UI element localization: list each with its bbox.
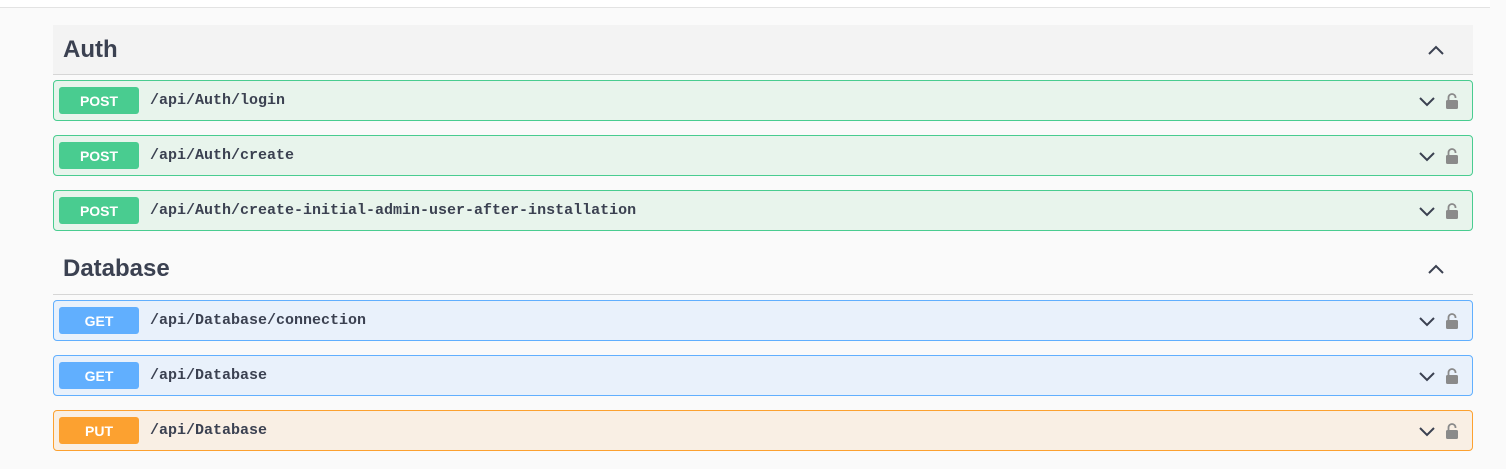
collapse-button[interactable] [1421,254,1451,284]
operation-row[interactable]: POST /api/Auth/create-initial-admin-user… [53,190,1473,231]
expand-button[interactable] [1416,90,1438,112]
method-badge: GET [59,362,139,389]
expand-button[interactable] [1416,420,1438,442]
method-badge: POST [59,87,139,114]
authorize-button[interactable] [1444,310,1460,332]
tag-header-auth[interactable]: Auth [53,25,1473,75]
method-badge: POST [59,197,139,224]
authorize-button[interactable] [1444,420,1460,442]
lock-icon [1446,312,1458,329]
operation-controls [1416,191,1460,230]
lock-icon [1446,367,1458,384]
tag-section-database: Database GET /api/Database/connection GE… [53,244,1473,451]
expand-button[interactable] [1416,200,1438,222]
operation-controls [1416,301,1460,340]
lock-icon [1446,147,1458,164]
operation-row[interactable]: POST /api/Auth/create [53,135,1473,176]
expand-button[interactable] [1416,145,1438,167]
lock-icon [1446,92,1458,109]
chevron-up-icon [1428,264,1444,274]
operation-path: /api/Auth/login [150,92,286,109]
operation-row[interactable]: GET /api/Database/connection [53,300,1473,341]
expand-button[interactable] [1416,310,1438,332]
operation-controls [1416,81,1460,120]
operation-controls [1416,356,1460,395]
chevron-up-icon [1428,45,1444,55]
operation-controls [1416,411,1460,450]
chevron-down-icon [1419,96,1435,106]
operation-controls [1416,136,1460,175]
operation-row[interactable]: GET /api/Database [53,355,1473,396]
chevron-down-icon [1419,371,1435,381]
tag-title: Auth [63,35,118,63]
tag-section-auth: Auth POST /api/Auth/login POST /api/Auth… [53,25,1473,231]
chevron-down-icon [1419,316,1435,326]
lock-icon [1446,422,1458,439]
tag-header-database[interactable]: Database [53,244,1473,295]
chevron-down-icon [1419,151,1435,161]
authorize-button[interactable] [1444,200,1460,222]
authorize-button[interactable] [1444,90,1460,112]
method-badge: POST [59,142,139,169]
top-divider [0,0,1490,8]
tag-title: Database [63,255,170,282]
chevron-down-icon [1419,206,1435,216]
api-operations-list: Auth POST /api/Auth/login POST /api/Auth… [53,25,1473,451]
operation-path: /api/Auth/create-initial-admin-user-afte… [150,202,637,219]
operation-path: /api/Database [150,422,268,439]
method-badge: PUT [59,417,139,444]
authorize-button[interactable] [1444,365,1460,387]
lock-icon [1446,202,1458,219]
collapse-button[interactable] [1421,35,1451,65]
chevron-down-icon [1419,426,1435,436]
operation-row[interactable]: PUT /api/Database [53,410,1473,451]
operation-row[interactable]: POST /api/Auth/login [53,80,1473,121]
operation-path: /api/Database/connection [150,312,367,329]
expand-button[interactable] [1416,365,1438,387]
operation-path: /api/Auth/create [150,147,295,164]
operation-path: /api/Database [150,367,268,384]
authorize-button[interactable] [1444,145,1460,167]
method-badge: GET [59,307,139,334]
